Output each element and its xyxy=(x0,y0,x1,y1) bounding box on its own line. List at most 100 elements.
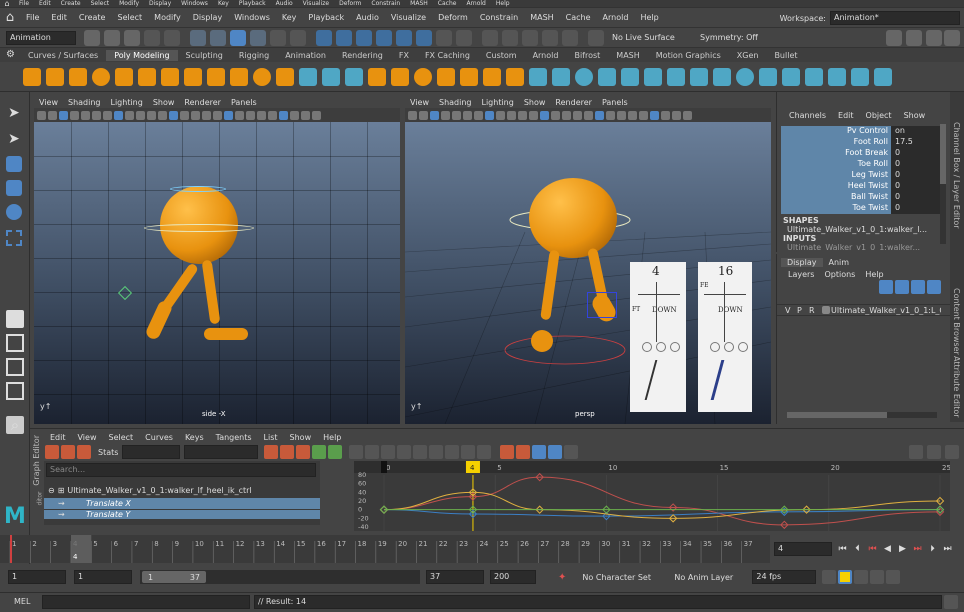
layer-editor-scrollbar[interactable] xyxy=(787,412,937,418)
vptoolL-tool-5-icon[interactable] xyxy=(81,110,90,120)
stats-field-2[interactable] xyxy=(184,445,259,459)
vptoolL-tool-17-icon[interactable] xyxy=(213,110,222,120)
four-pane-icon[interactable] xyxy=(6,334,24,352)
outliner-item-tx[interactable]: ⇝ Translate X xyxy=(44,498,320,509)
shelf-tab-rendering[interactable]: Rendering xyxy=(334,50,391,61)
insert-keys-icon[interactable] xyxy=(61,445,75,459)
channel-name[interactable]: Toe Roll xyxy=(781,159,891,170)
vptoolL-tool-25-icon[interactable] xyxy=(301,110,310,120)
range-bar[interactable]: 1 37 xyxy=(140,570,420,584)
shelf-tab-motion-graphics[interactable]: Motion Graphics xyxy=(648,50,729,61)
clamped-tangent-icon[interactable] xyxy=(381,445,396,459)
outliner-item-ctrl[interactable]: ⊖ ⊞ Ultimate_Walker_v1_0_1:walker_lf_hee… xyxy=(44,485,320,496)
channel-value[interactable]: 0 xyxy=(891,192,941,203)
three-pane-icon[interactable] xyxy=(6,382,24,400)
layer-menu-item-options[interactable]: Options xyxy=(819,270,860,279)
current-frame-field[interactable]: 4 xyxy=(774,542,832,556)
tab-attribute-editor[interactable]: Attribute Editor xyxy=(952,356,961,418)
vptoolL-tool-13-icon[interactable] xyxy=(169,110,178,120)
menu-item-display[interactable]: Display xyxy=(187,13,229,22)
vptoolL-tool-8-icon[interactable] xyxy=(114,110,123,120)
shelf-text-icon[interactable] xyxy=(252,67,271,86)
input-output-icon[interactable] xyxy=(436,29,452,46)
layer-menu-item-layers[interactable]: Layers xyxy=(783,270,819,279)
symmetry-label[interactable]: Symmetry: Off xyxy=(700,33,758,42)
channel-menu-item-channels[interactable]: Channels xyxy=(783,111,832,120)
menu-item-visualize[interactable]: Visualize xyxy=(385,13,432,22)
tab-channel-box[interactable]: Channel Box / Layer Editor xyxy=(952,122,961,229)
step-forward-frame-icon[interactable]: ⏵ xyxy=(926,543,939,556)
shelf-connect-icon[interactable] xyxy=(712,67,731,86)
snap-projected-icon[interactable] xyxy=(376,29,392,46)
render-settings-icon[interactable] xyxy=(522,29,538,46)
vptoolL-tool-10-icon[interactable] xyxy=(136,110,145,120)
viewport-left-menu-item-renderer[interactable]: Renderer xyxy=(179,98,226,107)
select-tool-icon[interactable]: ➤ xyxy=(8,106,22,120)
graph-menu-item-tangents[interactable]: Tangents xyxy=(210,433,258,442)
graph-menu-item-edit[interactable]: Edit xyxy=(44,433,72,442)
infinity-icon[interactable] xyxy=(564,445,579,459)
character-foot-left-persp[interactable] xyxy=(531,330,553,352)
auto-tangent-icon[interactable] xyxy=(349,445,364,459)
lattice-icon[interactable] xyxy=(77,445,91,459)
shelf-type-icon[interactable] xyxy=(344,67,363,86)
vptoolR-tool-5-icon[interactable] xyxy=(452,110,461,120)
vptoolR-tool-6-icon[interactable] xyxy=(463,110,472,120)
open-scene-icon[interactable] xyxy=(104,29,120,46)
shelf-tab-sculpting[interactable]: Sculpting xyxy=(178,50,231,61)
command-language[interactable]: MEL xyxy=(14,597,38,606)
show-tangents-icon[interactable] xyxy=(548,445,563,459)
step-back-key-icon[interactable]: ⏮ xyxy=(866,543,879,556)
channel-menu-item-edit[interactable]: Edit xyxy=(832,111,860,120)
snap-view-plane-icon[interactable] xyxy=(396,29,412,46)
command-input[interactable] xyxy=(42,594,250,609)
vptoolR-tool-10-icon[interactable] xyxy=(507,110,516,120)
graph-search-input[interactable]: Search... xyxy=(46,463,316,477)
os-menu-item-playback[interactable]: Playback xyxy=(234,0,271,7)
live-surface-label[interactable]: No Live Surface xyxy=(612,33,692,42)
vptoolR-tool-14-icon[interactable] xyxy=(551,110,560,120)
menu-item-deform[interactable]: Deform xyxy=(432,13,474,22)
graph-menu-item-curves[interactable]: Curves xyxy=(139,433,179,442)
character-set-dropdown[interactable]: No Character Set xyxy=(582,573,662,582)
paint-select-icon[interactable] xyxy=(6,156,22,172)
break-tangent-icon[interactable] xyxy=(461,445,476,459)
channel-row[interactable]: Foot Break 0 xyxy=(781,148,941,159)
anim-end-field[interactable]: 200 xyxy=(490,570,536,584)
shelf-tab-arnold[interactable]: Arnold xyxy=(525,50,567,61)
shelf-extract-icon[interactable] xyxy=(413,67,432,86)
channel-value[interactable]: 0 xyxy=(891,159,941,170)
play-forward-icon[interactable]: ▶ xyxy=(896,543,909,556)
move-keys-icon[interactable] xyxy=(45,445,59,459)
channel-menu-item-object[interactable]: Object xyxy=(860,111,898,120)
vptoolL-tool-18-icon[interactable] xyxy=(224,110,233,120)
channel-value[interactable]: on xyxy=(891,126,941,137)
shelf-tab-bullet[interactable]: Bullet xyxy=(766,50,805,61)
character-foot-left[interactable] xyxy=(144,298,174,342)
vptoolL-tool-2-icon[interactable] xyxy=(48,110,57,120)
viewport-right-menu-item-renderer[interactable]: Renderer xyxy=(550,98,597,107)
step-back-frame-icon[interactable]: ⏴ xyxy=(851,543,864,556)
shelf-freeze-transform-icon[interactable] xyxy=(850,67,869,86)
shelf-circularize-icon[interactable] xyxy=(804,67,823,86)
os-menu-item-create[interactable]: Create xyxy=(56,0,86,7)
viewport-left-menu-item-lighting[interactable]: Lighting xyxy=(105,98,147,107)
shelf-tab-curves-surfaces[interactable]: Curves / Surfaces xyxy=(20,50,106,61)
dope-sheet-icon[interactable] xyxy=(909,445,923,459)
layer-name[interactable]: Ultimate_Walker_v1_0_1:L_Ob xyxy=(831,306,941,315)
script-editor-icon[interactable] xyxy=(944,594,958,609)
trax-icon[interactable] xyxy=(927,445,941,459)
viewport-left-menu-item-shading[interactable]: Shading xyxy=(63,98,106,107)
time-slider[interactable]: 1234567891011121314151617181920212223242… xyxy=(0,535,770,563)
viewport-left-menu-item-view[interactable]: View xyxy=(34,98,63,107)
character-body-persp[interactable] xyxy=(529,178,617,258)
channel-name[interactable]: Foot Break xyxy=(781,148,891,159)
shapes-item[interactable]: Ultimate_Walker_v1_0_1:walker_l... xyxy=(787,225,950,234)
os-menu-item-edit[interactable]: Edit xyxy=(34,0,56,7)
ge-options-icon[interactable] xyxy=(945,445,959,459)
go-to-end-icon[interactable]: ⏭ xyxy=(941,543,954,556)
vptoolR-tool-18-icon[interactable] xyxy=(595,110,604,120)
menu-item-mash[interactable]: MASH xyxy=(524,13,559,22)
os-menu-item-mash[interactable]: MASH xyxy=(405,0,433,7)
playback-start-field[interactable]: 1 xyxy=(74,570,132,584)
